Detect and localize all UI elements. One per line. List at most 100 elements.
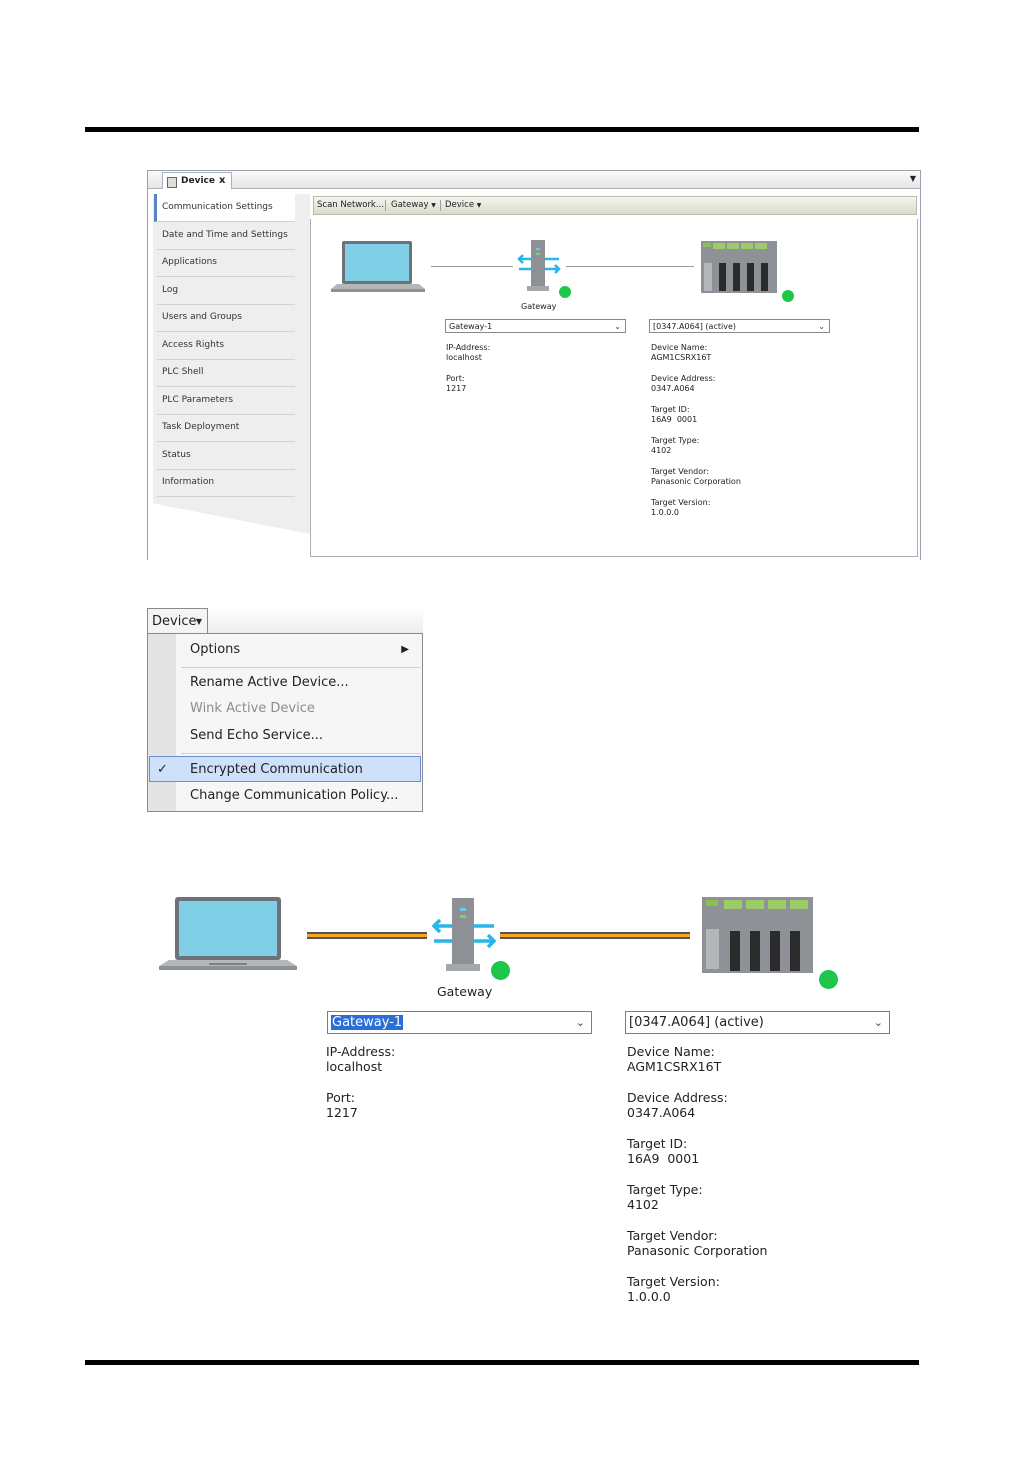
sidebar: Communication Settings Date and Time and…	[153, 194, 310, 534]
sidebar-item-access-rights[interactable]: Access Rights	[157, 332, 295, 360]
port-value: 1217	[446, 384, 467, 393]
menu-item-wink-active-device: Wink Active Device	[149, 696, 421, 722]
port-value: 1217	[326, 1105, 358, 1120]
menu-item-label: Send Echo Service...	[190, 728, 324, 743]
sidebar-item-log[interactable]: Log	[157, 277, 295, 305]
chevron-down-icon[interactable]: ⌄	[874, 1012, 883, 1033]
target-type-label: Target Type:	[627, 1182, 703, 1197]
gateway-label: Gateway	[521, 302, 557, 311]
device-menu-button[interactable]: Device ▼	[147, 608, 208, 633]
gateway-info: IP-Address: localhost Port: 1217	[326, 1044, 395, 1120]
menu-item-label: Options	[190, 642, 241, 657]
target-vendor-value: Panasonic Corporation	[651, 477, 741, 486]
sidebar-item-date-time[interactable]: Date and Time and Settings	[157, 222, 295, 250]
device-status-dot	[782, 290, 794, 302]
connection-line	[431, 266, 513, 267]
ip-address-label: IP-Address:	[446, 343, 491, 352]
menu-item-options[interactable]: Options ▶	[149, 637, 421, 663]
ip-address-label: IP-Address:	[326, 1044, 396, 1059]
menu-item-encrypted-communication[interactable]: ✓ Encrypted Communication	[149, 756, 421, 782]
sidebar-item-plc-parameters[interactable]: PLC Parameters	[157, 387, 295, 415]
chevron-down-icon: ▼	[431, 202, 436, 209]
plc-device-icon	[702, 897, 813, 973]
gateway-status-dot	[491, 961, 510, 980]
sidebar-item-task-deployment[interactable]: Task Deployment	[157, 414, 295, 442]
menu-header: Device ▼	[147, 608, 423, 633]
encrypted-link	[307, 932, 427, 939]
target-id-value: 16A9 0001	[651, 415, 698, 424]
plc-device-icon	[701, 241, 777, 293]
device-menu-button[interactable]: Device ▼	[445, 197, 481, 214]
menu-item-send-echo-service[interactable]: Send Echo Service...	[149, 723, 421, 749]
gateway-label: Gateway	[437, 984, 493, 999]
device-info: Device Name: AGM1CSRX16T Device Address:…	[651, 343, 741, 518]
chevron-down-icon[interactable]: ⌄	[576, 1012, 585, 1033]
menu-item-rename-active-device[interactable]: Rename Active Device...	[149, 670, 421, 696]
chevron-down-icon[interactable]: ⌄	[818, 320, 825, 334]
port-label: Port:	[326, 1090, 355, 1105]
target-id-value: 16A9 0001	[627, 1151, 700, 1166]
sidebar-item-status[interactable]: Status	[157, 442, 295, 470]
tab-device[interactable]: Device x	[162, 172, 232, 189]
chevron-down-icon[interactable]: ⌄	[614, 320, 621, 334]
tab-label: Device	[181, 176, 215, 186]
device-menu-label: Device	[152, 614, 197, 629]
laptop-icon	[159, 897, 297, 970]
sidebar-item-communication-settings[interactable]: Communication Settings	[154, 194, 295, 222]
device-menu-label: Device	[445, 200, 475, 210]
laptop-icon	[331, 241, 425, 292]
tab-bar: Device x ▼	[148, 171, 920, 189]
device-icon	[167, 177, 177, 188]
target-type-value: 4102	[651, 446, 672, 455]
device-select-value: [0347.A064] (active)	[629, 1015, 764, 1030]
gateway-menu-button[interactable]: Gateway ▼	[391, 197, 436, 214]
device-address-value: 0347.A064	[651, 384, 695, 393]
target-version-label: Target Version:	[651, 498, 711, 507]
bottom-rule	[85, 1360, 919, 1365]
menu-item-label: Rename Active Device...	[190, 675, 349, 690]
chevron-down-icon: ▼	[476, 202, 482, 209]
device-address-label: Device Address:	[651, 374, 716, 383]
menu-item-change-communication-policy[interactable]: Change Communication Policy...	[149, 783, 421, 809]
sidebar-item-information[interactable]: Information	[157, 469, 295, 497]
target-version-value: 1.0.0.0	[651, 508, 679, 517]
target-id-label: Target ID:	[627, 1136, 688, 1151]
device-info: Device Name: AGM1CSRX16T Device Address:…	[627, 1044, 767, 1304]
scan-network-button[interactable]: Scan Network...	[317, 197, 384, 214]
device-name-value: AGM1CSRX16T	[627, 1059, 722, 1074]
connection-line	[566, 266, 694, 267]
sidebar-item-plc-shell[interactable]: PLC Shell	[157, 359, 295, 387]
device-name-value: AGM1CSRX16T	[651, 353, 712, 362]
gateway-icon	[432, 898, 496, 971]
device-select[interactable]: [0347.A064] (active) ⌄	[649, 319, 830, 333]
toolbar: Scan Network... Gateway ▼ Device ▼	[313, 196, 917, 215]
menu-separator	[181, 667, 421, 668]
encrypted-link	[500, 932, 690, 939]
gateway-menu-label: Gateway	[391, 200, 429, 210]
gateway-select-value: Gateway-1	[449, 322, 493, 331]
panel-dropdown-icon[interactable]: ▼	[910, 174, 916, 183]
target-id-label: Target ID:	[651, 405, 690, 414]
device-dropdown-menu: Options ▶ Rename Active Device... Wink A…	[147, 633, 423, 812]
sidebar-item-users-groups[interactable]: Users and Groups	[157, 304, 295, 332]
device-menu-screenshot: Device ▼ Options ▶ Rename Active Device.…	[147, 608, 423, 812]
menu-separator	[181, 753, 421, 754]
device-name-label: Device Name:	[627, 1044, 715, 1059]
gateway-icon	[517, 240, 561, 291]
device-status-dot	[819, 970, 838, 989]
submenu-arrow-icon: ▶	[401, 644, 409, 655]
target-type-value: 4102	[627, 1197, 659, 1212]
device-select[interactable]: [0347.A064] (active) ⌄	[625, 1011, 890, 1034]
ip-address-value: localhost	[326, 1059, 383, 1074]
target-type-label: Target Type:	[651, 436, 700, 445]
close-icon[interactable]: x	[219, 173, 225, 189]
sidebar-item-applications[interactable]: Applications	[157, 249, 295, 277]
target-version-value: 1.0.0.0	[627, 1289, 671, 1304]
gateway-select[interactable]: Gateway-1 ⌄	[327, 1011, 592, 1034]
device-name-label: Device Name:	[651, 343, 708, 352]
menu-item-label: Change Communication Policy...	[190, 788, 399, 803]
gateway-select[interactable]: Gateway-1 ⌄	[445, 319, 626, 333]
target-version-label: Target Version:	[627, 1274, 720, 1289]
port-label: Port:	[446, 374, 465, 383]
device-select-value: [0347.A064] (active)	[653, 322, 736, 331]
